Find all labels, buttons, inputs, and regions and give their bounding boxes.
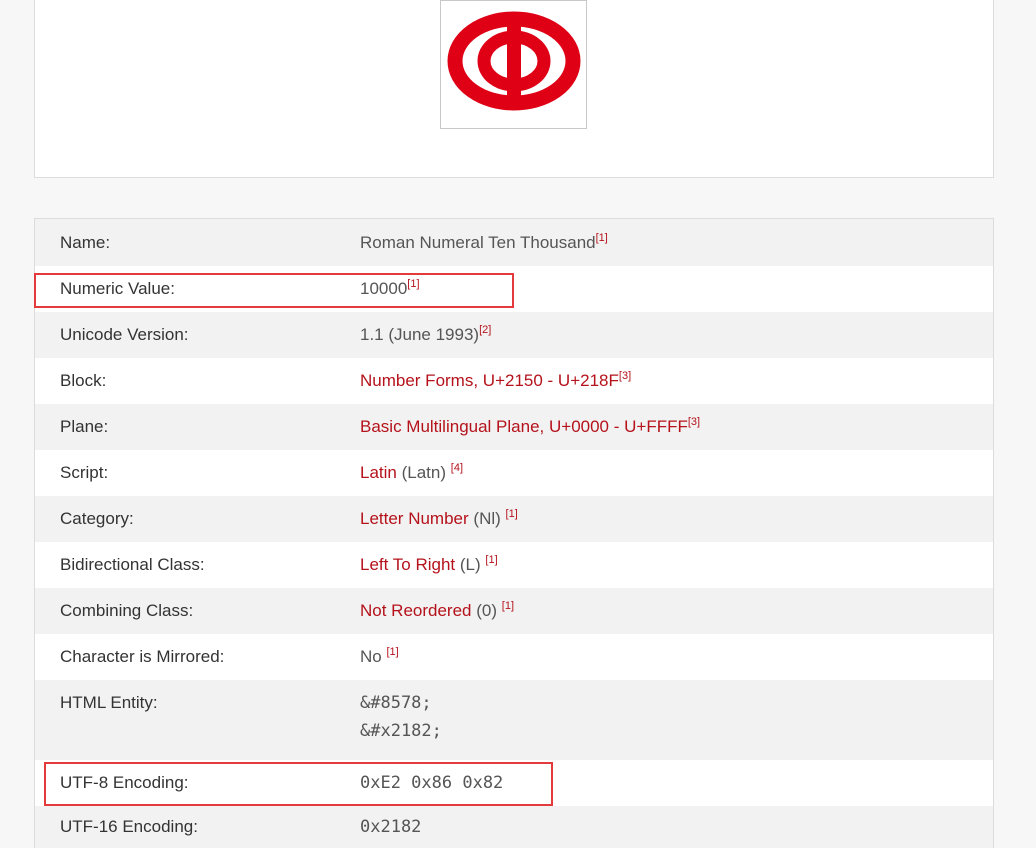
row-bidi-class: Bidirectional Class: Left To Right (L) [… <box>35 542 993 588</box>
row-utf16: UTF-16 Encoding: 0x2182 <box>35 806 993 848</box>
mirrored-ref-link[interactable]: [1] <box>386 646 398 658</box>
script-code: (Latn) <box>401 463 447 482</box>
name-ref-link[interactable]: [1] <box>596 232 608 244</box>
html-entity-hex: &#x2182; <box>360 721 442 741</box>
category-code: (Nl) <box>473 509 501 528</box>
mirrored-text: No <box>360 647 382 666</box>
plane-label: Plane: <box>60 417 109 436</box>
mirrored-value: No [1] <box>360 646 399 668</box>
bidi-class-label: Bidirectional Class: <box>60 555 205 574</box>
block-value: Number Forms, U+2150 - U+218F[3] <box>360 370 631 392</box>
block-ref-link[interactable]: [3] <box>619 370 631 382</box>
name-label: Name: <box>60 233 111 252</box>
row-html-entity: HTML Entity: &#8578; &#x2182; <box>35 680 993 760</box>
plane-ref-link[interactable]: [3] <box>688 416 700 428</box>
category-label: Category: <box>60 509 134 528</box>
utf8-value: 0xE2 0x86 0x82 <box>360 773 504 793</box>
roman-numeral-ten-thousand-icon <box>447 11 581 111</box>
combining-class-label: Combining Class: <box>60 601 194 620</box>
category-link[interactable]: Letter Number <box>360 509 469 528</box>
plane-link[interactable]: Basic Multilingual Plane, U+0000 - U+FFF… <box>360 417 688 436</box>
category-value: Letter Number (Nl) [1] <box>360 508 518 530</box>
category-ref-link[interactable]: [1] <box>506 508 518 520</box>
numeric-value-ref-link[interactable]: [1] <box>407 278 419 290</box>
plane-value: Basic Multilingual Plane, U+0000 - U+FFF… <box>360 416 700 438</box>
row-utf8: UTF-8 Encoding: 0xE2 0x86 0x82 <box>35 760 993 806</box>
glyph-card <box>34 0 994 178</box>
html-entity-label: HTML Entity: <box>60 693 158 712</box>
mirrored-label: Character is Mirrored: <box>60 647 225 666</box>
bidi-class-value: Left To Right (L) [1] <box>360 554 498 576</box>
row-combining-class: Combining Class: Not Reordered (0) [1] <box>35 588 993 634</box>
name-text: Roman Numeral Ten Thousand <box>360 233 596 252</box>
row-category: Category: Letter Number (Nl) [1] <box>35 496 993 542</box>
unicode-version-text: 1.1 (June 1993) <box>360 325 480 344</box>
name-value: Roman Numeral Ten Thousand[1] <box>360 232 608 254</box>
numeric-value-label: Numeric Value: <box>60 279 175 298</box>
glyph-image <box>440 0 587 129</box>
block-link[interactable]: Number Forms, U+2150 - U+218F <box>360 371 619 390</box>
utf8-label: UTF-8 Encoding: <box>60 773 189 792</box>
script-ref-link[interactable]: [4] <box>451 462 463 474</box>
numeric-value: 10000[1] <box>360 278 420 300</box>
properties-table: Name: Roman Numeral Ten Thousand[1] Nume… <box>34 218 994 848</box>
html-entity-decimal: &#8578; <box>360 693 432 713</box>
utf16-value: 0x2182 <box>360 817 422 837</box>
row-name: Name: Roman Numeral Ten Thousand[1] <box>35 219 993 266</box>
row-unicode-version: Unicode Version: 1.1 (June 1993)[2] <box>35 312 993 358</box>
row-mirrored: Character is Mirrored: No [1] <box>35 634 993 680</box>
unicode-version-value: 1.1 (June 1993)[2] <box>360 324 491 346</box>
bidi-class-link[interactable]: Left To Right <box>360 555 455 574</box>
numeric-value-text: 10000 <box>360 279 408 298</box>
row-plane: Plane: Basic Multilingual Plane, U+0000 … <box>35 404 993 450</box>
combining-class-value: Not Reordered (0) [1] <box>360 600 514 622</box>
script-link[interactable]: Latin <box>360 463 397 482</box>
combining-class-ref-link[interactable]: [1] <box>502 600 514 612</box>
combining-class-link[interactable]: Not Reordered <box>360 601 472 620</box>
script-label: Script: <box>60 463 109 482</box>
script-value: Latin (Latn) [4] <box>360 462 463 484</box>
row-script: Script: Latin (Latn) [4] <box>35 450 993 496</box>
utf16-label: UTF-16 Encoding: <box>60 817 198 836</box>
combining-class-code: (0) <box>476 601 498 620</box>
row-numeric-value: Numeric Value: 10000[1] <box>35 266 993 312</box>
bidi-class-ref-link[interactable]: [1] <box>485 554 497 566</box>
unicode-version-ref-link[interactable]: [2] <box>479 324 491 336</box>
row-block: Block: Number Forms, U+2150 - U+218F[3] <box>35 358 993 404</box>
block-label: Block: <box>60 371 107 390</box>
bidi-class-code: (L) <box>459 555 481 574</box>
unicode-version-label: Unicode Version: <box>60 325 189 344</box>
